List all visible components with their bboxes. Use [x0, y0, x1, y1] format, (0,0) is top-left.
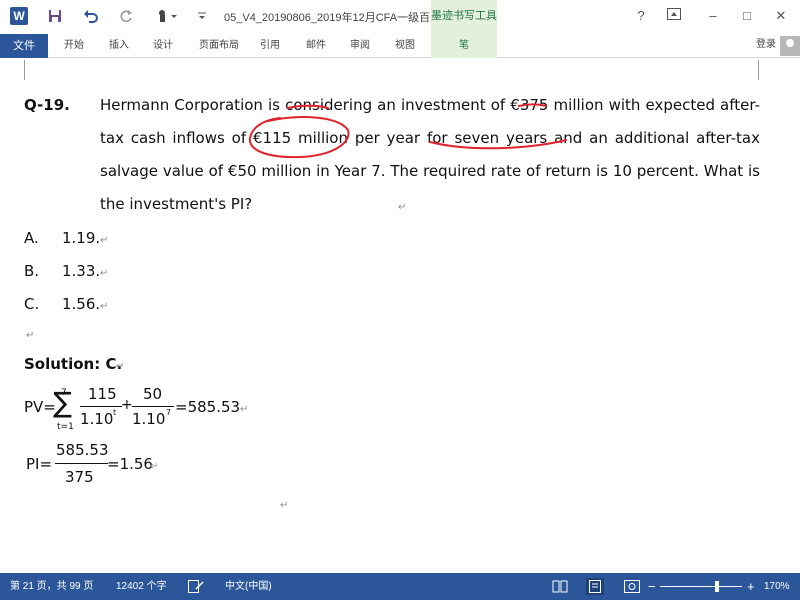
- save-icon[interactable]: [46, 7, 64, 25]
- avatar[interactable]: [780, 36, 800, 56]
- document-title: 05_V4_20190806_2019年12月CFA一级百题...: [224, 12, 451, 24]
- tab-references[interactable]: 引用: [260, 34, 280, 58]
- undo-icon[interactable]: [82, 7, 100, 25]
- ribbon-tabs: 文件 开始 插入 设计 页面布局 引用 邮件 审阅 视图 笔 登录: [0, 34, 800, 58]
- print-layout-icon[interactable]: [586, 578, 604, 595]
- ink-underline-seven-years: [429, 139, 567, 150]
- proofing-icon[interactable]: [188, 580, 204, 596]
- read-mode-icon[interactable]: [552, 580, 568, 596]
- tab-insert[interactable]: 插入: [109, 34, 129, 58]
- tab-review[interactable]: 审阅: [350, 34, 370, 58]
- ink-annotations: [248, 103, 567, 159]
- page-count[interactable]: 第 21 页，共 99 页: [10, 573, 93, 600]
- help-button[interactable]: ?: [632, 7, 650, 25]
- zoom-level[interactable]: 170%: [764, 573, 790, 600]
- touch-mode-icon[interactable]: [155, 7, 181, 25]
- restore-button[interactable]: □: [738, 7, 756, 25]
- document-page[interactable]: Q-19. Hermann Corporation is considering…: [0, 58, 800, 573]
- tab-design[interactable]: 设计: [153, 34, 173, 58]
- zoom-slider-thumb[interactable]: [715, 581, 720, 592]
- ink-tools-tab[interactable]: 墨迹书写工具: [431, 0, 497, 34]
- status-bar: 第 21 页，共 99 页 12402 个字 中文(中国) − + 170%: [0, 573, 800, 600]
- ribbon-display-options-icon[interactable]: [665, 7, 683, 25]
- minimize-button[interactable]: –: [704, 7, 722, 25]
- tab-mailings[interactable]: 邮件: [306, 34, 326, 58]
- zoom-slider[interactable]: [660, 586, 742, 587]
- web-layout-icon[interactable]: [624, 580, 640, 596]
- customize-toolbar-icon[interactable]: [193, 7, 211, 25]
- ink-underline-375: [518, 103, 547, 107]
- title-bar: W 05_V4_20190806_2019年12月CFA一级百题... 墨迹书写…: [0, 0, 800, 34]
- tab-view[interactable]: 视图: [395, 34, 415, 58]
- zoom-in-button[interactable]: +: [747, 573, 755, 600]
- tab-page-layout[interactable]: 页面布局: [199, 34, 239, 58]
- zoom-out-button[interactable]: −: [648, 573, 656, 600]
- ink-circle-115-million: [248, 116, 350, 159]
- redo-icon[interactable]: [117, 7, 135, 25]
- tab-pen[interactable]: 笔: [431, 34, 497, 58]
- tab-file[interactable]: 文件: [0, 34, 48, 58]
- word-logo-icon: W: [10, 7, 28, 25]
- language-indicator[interactable]: 中文(中国): [225, 573, 272, 600]
- tab-home[interactable]: 开始: [64, 34, 84, 58]
- ink-underline-considering: [287, 104, 329, 109]
- close-button[interactable]: ✕: [772, 7, 790, 25]
- word-count[interactable]: 12402 个字: [116, 573, 167, 600]
- sign-in-link[interactable]: 登录: [756, 34, 776, 56]
